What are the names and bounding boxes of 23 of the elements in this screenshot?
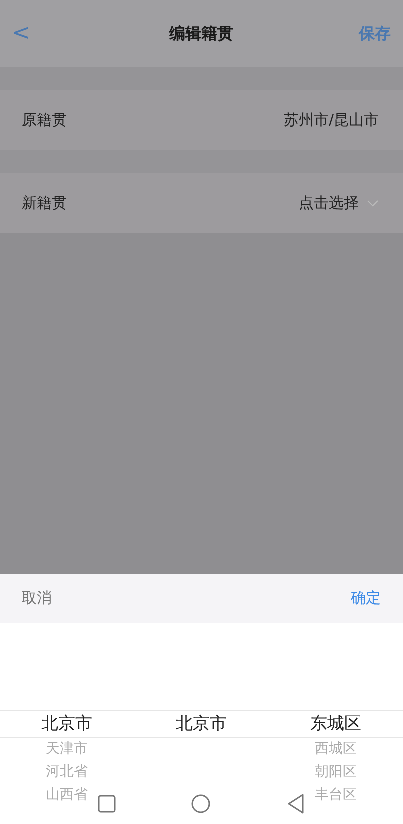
picker-option[interactable]: 北京市: [176, 710, 227, 738]
field-label: 新籍贯: [22, 192, 67, 214]
field-row[interactable]: 新籍贯 点击选择: [0, 173, 403, 233]
chevron-down-icon: [367, 200, 379, 206]
field-value: 苏州市/昆山市: [284, 110, 379, 131]
picker-option[interactable]: 西城区: [314, 738, 357, 761]
page-title: 编辑籍贯: [170, 22, 234, 44]
save-button[interactable]: 保存: [359, 22, 391, 46]
back-button[interactable]: <: [12, 17, 30, 50]
picker-option[interactable]: 朝阳区: [314, 761, 357, 784]
picker-option[interactable]: 丰台区: [314, 784, 357, 807]
picker-option[interactable]: 河北省: [46, 761, 88, 784]
picker-option[interactable]: 天津市: [46, 738, 88, 761]
picker-option[interactable]: 北京市: [42, 710, 93, 738]
field-value: 点击选择: [299, 192, 359, 214]
picker-option[interactable]: 东城区: [310, 710, 362, 738]
back-nav-icon[interactable]: [287, 794, 306, 814]
field-label: 原籍贯: [22, 110, 67, 131]
home-nav-icon[interactable]: [191, 794, 212, 814]
picker-option[interactable]: 山西省: [46, 784, 88, 807]
square-nav-icon[interactable]: [98, 795, 116, 813]
confirm-button[interactable]: 确定: [351, 587, 381, 610]
cancel-button[interactable]: 取消: [22, 587, 52, 610]
